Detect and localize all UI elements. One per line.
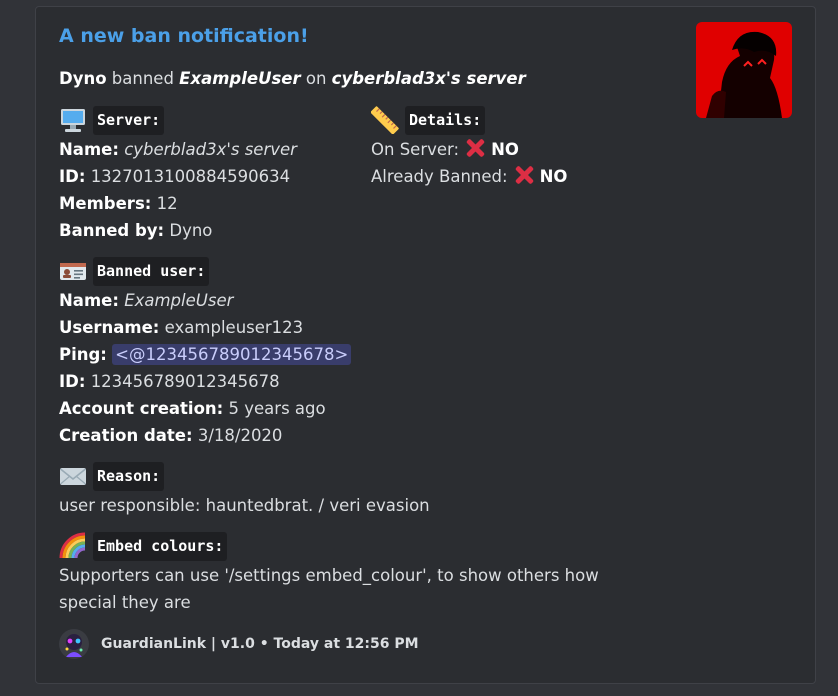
envelope-icon (59, 462, 87, 490)
bot-avatar[interactable] (59, 629, 89, 659)
embed-colours-line1: Supporters can use '/settings embed_colo… (59, 566, 599, 585)
on-server-value: NO (491, 140, 519, 159)
user-id-value: 123456789012345678 (90, 372, 280, 391)
computer-icon (59, 106, 87, 134)
server-id-value: 1327013100884590634 (90, 167, 291, 186)
account-creation-row: Account creation: 5 years ago (59, 399, 326, 418)
creation-date-value: 3/18/2020 (197, 426, 283, 445)
actor-name: Dyno (59, 69, 107, 88)
embed-footer: GuardianLink | v1.0 • Today at 12:56 PM (59, 629, 419, 659)
server-name: cyberblad3x's server (331, 69, 526, 88)
user-mention[interactable]: <@123456789012345678> (112, 344, 352, 365)
embed-colours-heading: Embed colours: (93, 531, 228, 561)
banned-user-heading: Banned user: (93, 256, 210, 286)
username-value: exampleuser123 (164, 318, 304, 337)
user-name-row: Name: ExampleUser (59, 291, 234, 310)
ping-row: Ping: <@123456789012345678> (59, 341, 352, 368)
embed-title: A new ban notification! (59, 25, 309, 47)
server-field: Server: Name: cyberblad3x's server ID: 1… (59, 105, 297, 244)
details-heading: Details: (405, 105, 486, 135)
server-name-value: cyberblad3x's server (124, 140, 297, 159)
cross-mark-icon (464, 137, 486, 159)
embed-colours-line2: special they are (59, 593, 191, 612)
desc-on: on (300, 69, 332, 88)
banned-by-row: Banned by: Dyno (59, 221, 213, 240)
reason-value: user responsible: hauntedbrat. / veri ev… (59, 496, 430, 515)
username-row: Username: exampleuser123 (59, 318, 304, 337)
user-name-value: ExampleUser (124, 291, 234, 310)
ban-notification-embed: A new ban notification! Dyno banned Exam… (35, 6, 816, 684)
already-banned-row: Already Banned: NO (371, 163, 567, 190)
embed-description: Dyno banned ExampleUser on cyberblad3x's… (59, 69, 526, 88)
banned-user-field: Banned user: Name: ExampleUser Username:… (59, 256, 352, 449)
server-members-row: Members: 12 (59, 194, 178, 213)
rainbow-icon (59, 532, 87, 560)
server-name-row: Name: cyberblad3x's server (59, 140, 297, 159)
account-creation-value: 5 years ago (228, 399, 326, 418)
cross-mark-icon (513, 164, 535, 186)
server-id-row: ID: 1327013100884590634 (59, 167, 291, 186)
server-heading: Server: (93, 105, 165, 135)
reason-field: Reason: user responsible: hauntedbrat. /… (59, 461, 430, 519)
id-card-icon (59, 257, 87, 285)
banned-by-value: Dyno (169, 221, 213, 240)
ruler-icon (370, 106, 399, 135)
embed-colours-field: Embed colours: Supporters can use '/sett… (59, 531, 599, 616)
creation-date-row: Creation date: 3/18/2020 (59, 426, 283, 445)
banned-user-thumbnail[interactable] (696, 22, 792, 118)
server-members-value: 12 (156, 194, 178, 213)
details-field: Details: On Server: NO Already Banned: NO (370, 105, 567, 190)
on-server-row: On Server: NO (371, 136, 567, 163)
footer-text: GuardianLink | v1.0 • Today at 12:56 PM (101, 636, 419, 652)
already-banned-value: NO (539, 167, 568, 186)
desc-verb: banned (106, 69, 180, 88)
reason-heading: Reason: (93, 461, 165, 491)
user-id-row: ID: 123456789012345678 (59, 372, 280, 391)
target-name: ExampleUser (179, 69, 301, 88)
